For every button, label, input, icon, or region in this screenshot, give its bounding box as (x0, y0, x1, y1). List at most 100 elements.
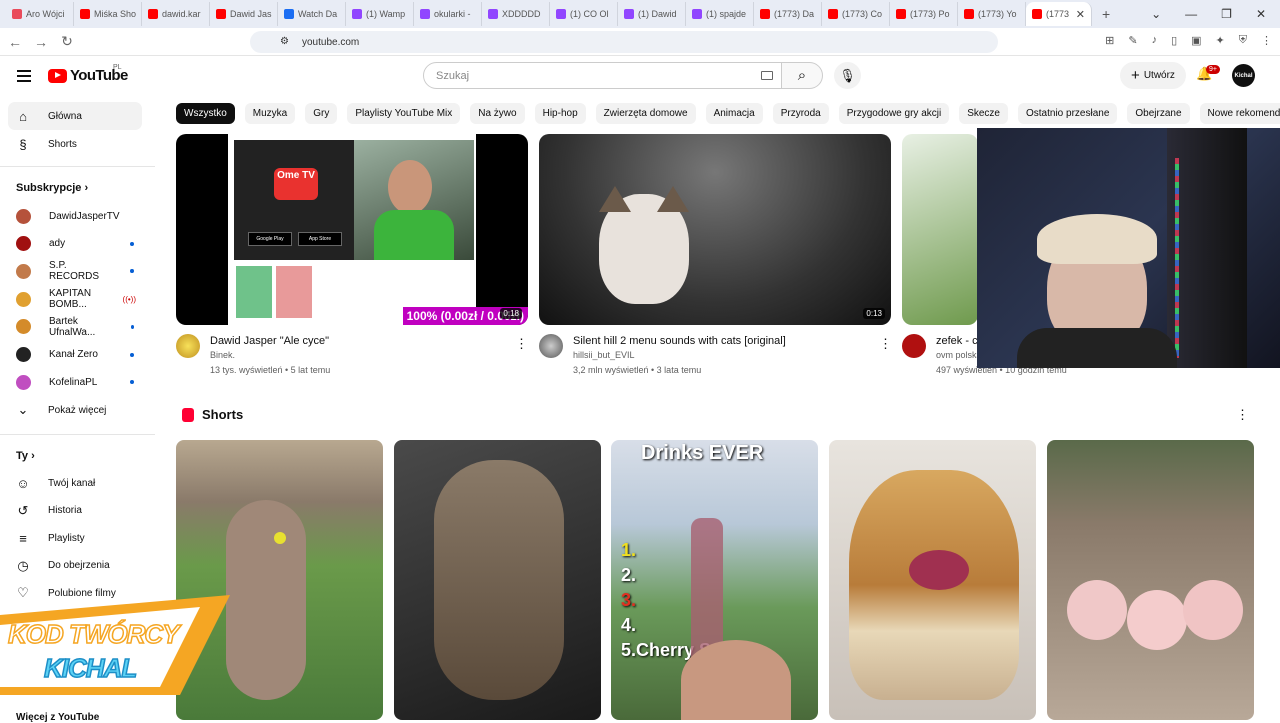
filter-chip[interactable]: Przygodowe gry akcji (838, 103, 950, 124)
search-button[interactable]: ⌕ (781, 62, 823, 89)
url-input[interactable]: ⚙ youtube.com (250, 31, 998, 53)
video-thumbnail-2[interactable]: 0:13 (539, 134, 891, 325)
browser-tab[interactable]: dawid.kar (142, 2, 210, 26)
sidebar-subscription[interactable]: KAPITAN BOMB... ((•)) (8, 285, 142, 313)
browser-tab[interactable]: (1773) Yo (958, 2, 1026, 26)
shorts-logo-icon (182, 407, 194, 422)
browser-tab[interactable]: Watch Da (278, 2, 346, 26)
sidebar-subscription[interactable]: KofelinaPL (8, 368, 142, 396)
minimize-icon[interactable]: — (1185, 7, 1197, 21)
back-icon[interactable]: ← (4, 34, 26, 50)
close-window-icon[interactable]: ✕ (1256, 7, 1266, 21)
sidebar-item[interactable]: ≡ Playlisty (8, 524, 142, 552)
create-button[interactable]: + Utwórz (1120, 62, 1186, 89)
filter-chip[interactable]: Na żywo (470, 103, 525, 124)
site-info-icon[interactable]: ⚙ (280, 36, 289, 47)
video-title[interactable]: Dawid Jasper "Ale cyce" (210, 334, 330, 348)
reload-icon[interactable]: ↻ (56, 33, 78, 50)
browser-tab[interactable]: Miśka Sho (74, 2, 142, 26)
sidebar-subscription[interactable]: DawidJasperTV (8, 202, 142, 230)
tab-favicon-icon (352, 9, 362, 19)
keyboard-icon[interactable] (761, 71, 773, 80)
more-options-icon[interactable]: ⋮ (879, 336, 892, 352)
tab-title: Dawid Jas (230, 9, 272, 19)
filter-chip[interactable]: Ostatnio przesłane (1018, 103, 1118, 124)
voice-search-button[interactable]: 🎙 (834, 62, 861, 89)
extension-icon[interactable]: ✎ (1128, 34, 1137, 47)
translate-icon[interactable]: ⊞ (1105, 34, 1114, 47)
shield-icon[interactable]: ⛨ (1239, 34, 1247, 47)
hamburger-menu-icon[interactable] (17, 70, 31, 82)
subscriptions-heading[interactable]: Subskrypcje › (16, 182, 88, 194)
menu-icon[interactable]: ⋮ (1261, 34, 1272, 47)
filter-chip[interactable]: Nowe rekomendacje (1199, 103, 1280, 124)
sidebar-subscription[interactable]: S.P. RECORDS (8, 257, 142, 285)
avatar-text: Kichal (1234, 72, 1253, 79)
filter-chip[interactable]: Obejrzane (1127, 103, 1190, 124)
filter-chip[interactable]: Animacja (705, 103, 763, 124)
browser-tab[interactable]: (1773 ✕ (1026, 2, 1092, 26)
filter-chip[interactable]: Muzyka (244, 103, 296, 124)
sidebar-item[interactable]: ↺ Historia (8, 497, 142, 525)
short-thumbnail-2[interactable] (394, 440, 601, 720)
browser-tab[interactable]: Dawid Jas (210, 2, 278, 26)
sidepanel-icon[interactable]: ▯ (1171, 34, 1177, 47)
ome-tv-text: Ome TV (277, 170, 315, 181)
video-thumbnail-3[interactable] (902, 134, 978, 325)
sidebar-item[interactable]: ⌄ Pokaż więcej (8, 396, 142, 424)
search-input[interactable]: Szukaj (423, 62, 782, 89)
channel-avatar[interactable] (539, 334, 563, 358)
channel-avatar[interactable] (902, 334, 926, 358)
more-options-icon[interactable]: ⋮ (515, 336, 528, 352)
filter-chip[interactable]: Zwierzęta domowe (595, 103, 696, 124)
divider (0, 434, 155, 435)
filter-chip[interactable]: Skecze (959, 103, 1008, 124)
sidebar-item[interactable]: ⌂ Główna (8, 102, 142, 130)
browser-tab[interactable]: (1) spajde (686, 2, 754, 26)
browser-tab[interactable]: (1) Wamp (346, 2, 414, 26)
browser-tab[interactable]: okularki - (414, 2, 482, 26)
tab-title: (1) spajde (706, 9, 747, 19)
chevron-down-icon[interactable]: ⌄ (1151, 7, 1161, 21)
sidebar-item[interactable]: § Shorts (8, 130, 142, 158)
close-tab-icon[interactable]: ✕ (1076, 8, 1085, 21)
restore-icon[interactable]: ❐ (1221, 7, 1232, 21)
browser-tab[interactable]: (1773) Po (890, 2, 958, 26)
new-tab-icon[interactable]: + (1102, 6, 1110, 22)
sidebar-item[interactable]: ◷ Do obejrzenia (8, 552, 142, 580)
avatar[interactable]: Kichal (1232, 64, 1255, 87)
filter-chip[interactable]: Hip-hop (534, 103, 586, 124)
browser-tab[interactable]: (1) CO Ol (550, 2, 618, 26)
more-options-icon[interactable]: ⋮ (1236, 407, 1249, 423)
forward-icon[interactable]: → (30, 34, 52, 50)
short-thumbnail-5[interactable] (1047, 440, 1254, 720)
filter-chip[interactable]: Gry (305, 103, 338, 124)
channel-avatar-icon (16, 291, 31, 307)
video-thumbnail-1[interactable]: Ome TV Google Play App Store 100% (0.00z… (176, 134, 528, 325)
sidebar-subscription[interactable]: Bartek UfnalWa... (8, 313, 142, 341)
video-channel[interactable]: hillsii_but_EVIL (573, 348, 786, 363)
browser-tab[interactable]: (1773) Co (822, 2, 890, 26)
video-channel[interactable]: Binek. (210, 348, 330, 363)
browser-tab[interactable]: (1) Dawid (618, 2, 686, 26)
filter-chip[interactable]: Wszystko (176, 103, 235, 124)
music-icon[interactable]: ♪ (1152, 34, 1158, 47)
short-thumbnail-3[interactable]: Drinks EVER 1. 2. 3. 4. 5.Cherry Soda (611, 440, 818, 720)
browser-tab[interactable]: XDDDDD (482, 2, 550, 26)
short-thumbnail-4[interactable] (829, 440, 1036, 720)
sidebar-subscription[interactable]: Kanał Zero (8, 341, 142, 369)
browser-tab[interactable]: (1773) Da (754, 2, 822, 26)
filter-chip[interactable]: Playlisty YouTube Mix (347, 103, 461, 124)
filter-chip[interactable]: Przyroda (772, 103, 829, 124)
browser-tab[interactable]: Aro Wójci (6, 2, 74, 26)
sidebar-subscription[interactable]: ady (8, 230, 142, 258)
you-heading[interactable]: Ty › (16, 450, 35, 462)
youtube-logo[interactable]: YouTube PL (48, 64, 128, 84)
channel-avatar[interactable] (176, 334, 200, 358)
video-title[interactable]: Silent hill 2 menu sounds with cats [ori… (573, 334, 786, 348)
new-content-dot (130, 269, 134, 274)
sparkle-icon[interactable]: ✦ (1216, 34, 1225, 47)
wallet-icon[interactable]: ▣ (1191, 34, 1201, 47)
sidebar-item[interactable]: ☺ Twój kanał (8, 469, 142, 497)
tab-title: (1) CO Ol (570, 9, 609, 19)
